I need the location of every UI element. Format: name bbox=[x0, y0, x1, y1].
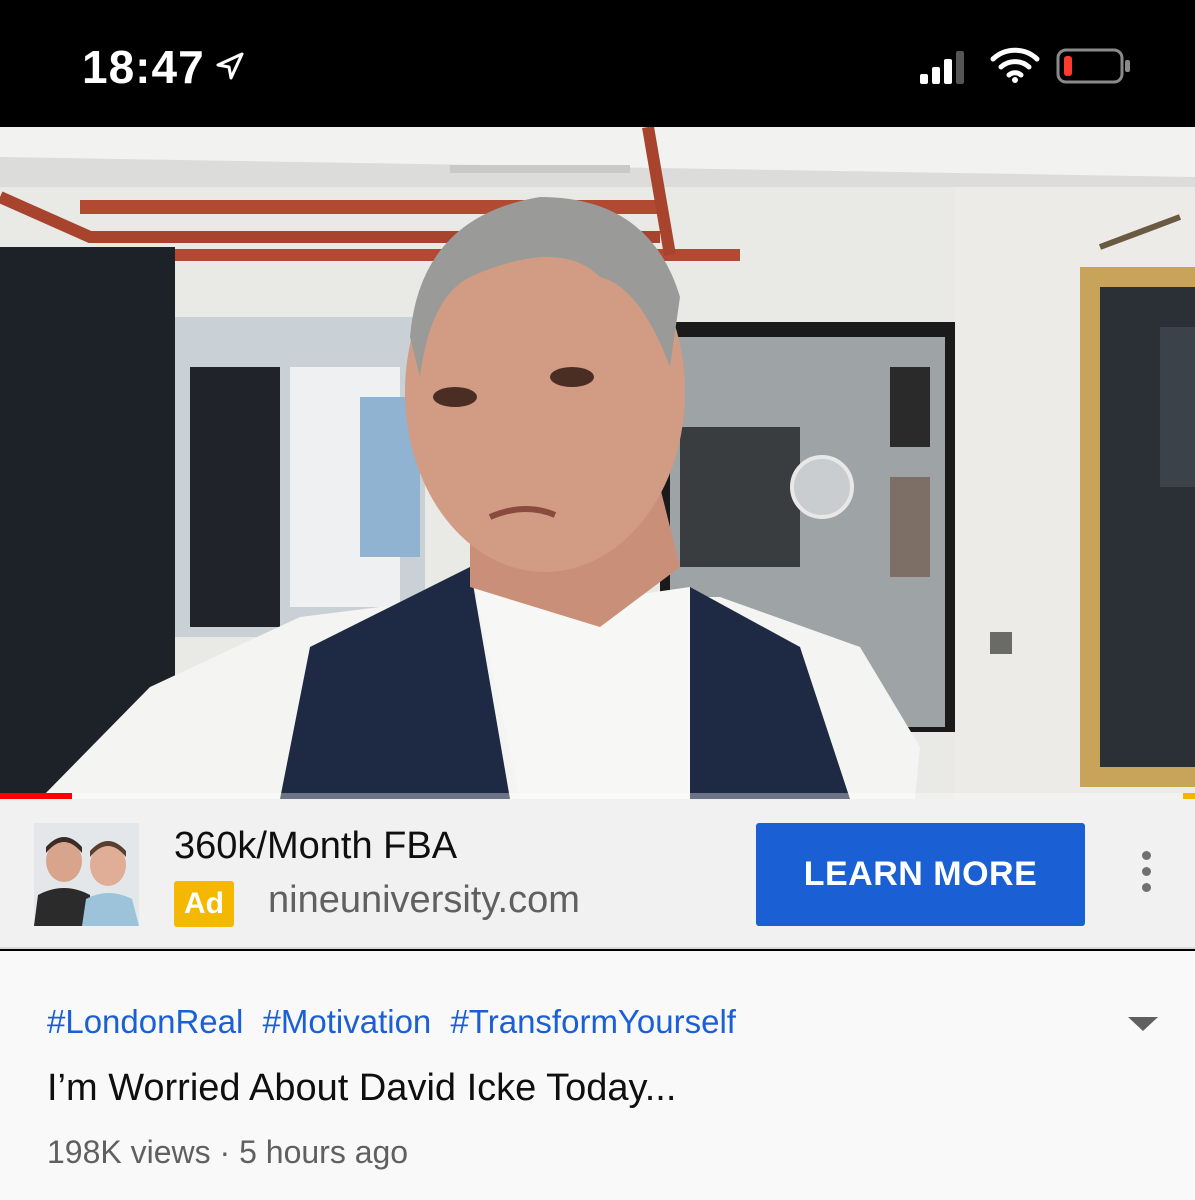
cellular-signal-icon bbox=[920, 51, 964, 84]
video-frame bbox=[0, 127, 1195, 799]
hashtag-link[interactable]: #Motivation bbox=[263, 1003, 432, 1040]
battery-low-icon bbox=[1056, 48, 1130, 84]
hashtag-link[interactable]: #TransformYourself bbox=[450, 1003, 736, 1040]
hashtag-list: #LondonReal #Motivation #TransformYourse… bbox=[47, 1003, 746, 1041]
meta-separator: · bbox=[219, 1134, 231, 1170]
upload-age: 5 hours ago bbox=[239, 1134, 409, 1170]
ad-domain[interactable]: nineuniversity.com bbox=[268, 879, 580, 922]
ad-banner[interactable]: 360k/Month FBA Ad nineuniversity.com LEA… bbox=[0, 799, 1195, 949]
video-meta: 198K views · 5 hours ago bbox=[47, 1134, 408, 1171]
view-count: 198K views bbox=[47, 1134, 211, 1170]
ad-thumbnail-image bbox=[34, 823, 139, 926]
video-info: #LondonReal #Motivation #TransformYourse… bbox=[0, 951, 1195, 1200]
status-time: 18:47 bbox=[82, 41, 205, 93]
location-arrow-icon bbox=[216, 52, 244, 80]
ad-title[interactable]: 360k/Month FBA bbox=[174, 825, 457, 868]
video-player[interactable] bbox=[0, 127, 1195, 799]
ad-thumbnail[interactable] bbox=[34, 823, 139, 926]
video-title[interactable]: I’m Worried About David Icke Today... bbox=[47, 1067, 676, 1110]
status-bar: 18:47 bbox=[0, 0, 1195, 127]
hashtag-link[interactable]: #LondonReal bbox=[47, 1003, 243, 1040]
more-options-icon[interactable] bbox=[1132, 851, 1160, 899]
ad-badge: Ad bbox=[174, 881, 234, 927]
wifi-icon bbox=[990, 47, 1040, 83]
learn-more-button[interactable]: LEARN MORE bbox=[756, 823, 1085, 926]
expand-description-icon[interactable] bbox=[1128, 1017, 1158, 1031]
